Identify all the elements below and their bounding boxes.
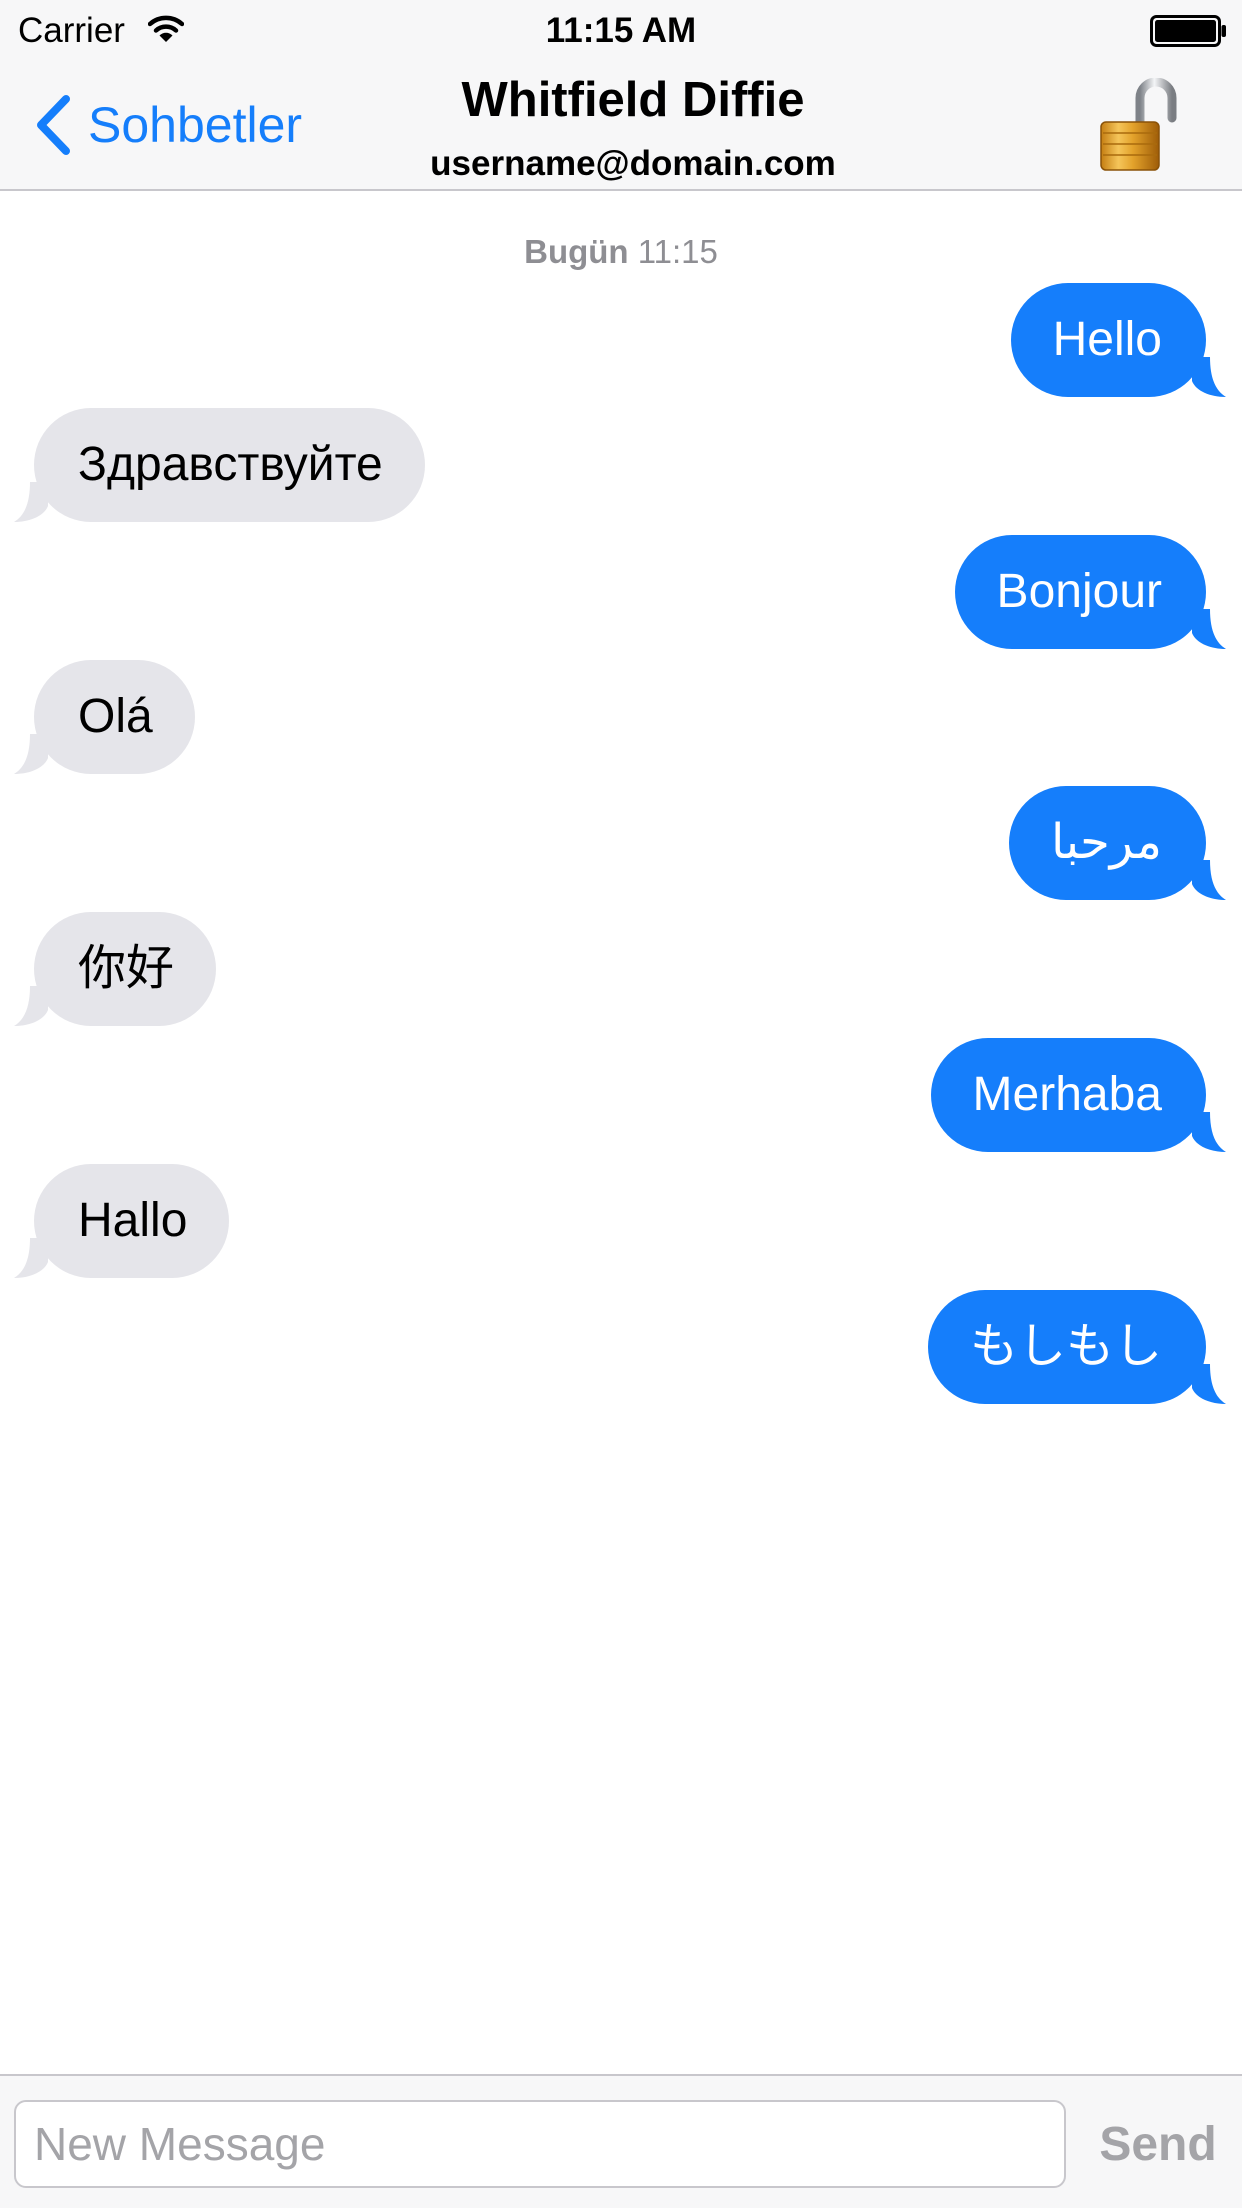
bubble-tail xyxy=(1192,609,1226,649)
message-text: Hallo xyxy=(78,1194,188,1247)
message-text: مرحبا xyxy=(1051,816,1162,869)
timestamp-time: 11:15 xyxy=(637,233,718,270)
bubble-tail xyxy=(1192,1112,1226,1152)
bubble-tail xyxy=(1192,860,1226,900)
incoming-message-bubble[interactable]: Olá xyxy=(14,660,195,774)
message-text: Merhaba xyxy=(972,1068,1162,1121)
outgoing-message-bubble[interactable]: もしもし xyxy=(927,1290,1226,1404)
bubble-tail xyxy=(1192,1364,1226,1404)
bubble-tail xyxy=(1192,357,1226,397)
message-input[interactable] xyxy=(14,2100,1066,2188)
contact-address: username@domain.com xyxy=(430,144,836,183)
bubble-tail xyxy=(14,734,48,774)
message-text: Olá xyxy=(78,690,153,743)
message-text: Здравствуйте xyxy=(78,438,383,491)
bubble-tail xyxy=(14,1238,48,1278)
message-text: 你好 xyxy=(78,942,175,995)
conversation-timestamp: Bugün 11:15 xyxy=(0,232,1242,272)
outgoing-message-bubble[interactable]: Bonjour xyxy=(954,535,1226,649)
battery-full-icon xyxy=(1150,15,1226,47)
message-text: もしもし xyxy=(969,1320,1162,1373)
incoming-message-bubble[interactable]: 你好 xyxy=(14,912,217,1026)
incoming-message-bubble[interactable]: Здравствуйте xyxy=(14,408,425,522)
message-text: Hello xyxy=(1052,313,1162,366)
message-text: Bonjour xyxy=(996,565,1162,618)
send-button[interactable]: Send xyxy=(1074,2100,1242,2188)
status-time: 11:15 AM xyxy=(545,11,697,50)
navigation-bar: Carrier 11:15 AM Sohbetler Whitfield Dif… xyxy=(0,0,1242,191)
outgoing-message-bubble[interactable]: Hello xyxy=(1010,283,1226,397)
timestamp-day: Bugün xyxy=(524,233,629,270)
outgoing-message-bubble[interactable]: Merhaba xyxy=(930,1038,1226,1152)
bubble-tail xyxy=(14,482,48,522)
incoming-message-bubble[interactable]: Hallo xyxy=(14,1164,230,1278)
contact-name: Whitfield Diffie xyxy=(461,73,805,127)
outgoing-message-bubble[interactable]: مرحبا xyxy=(1009,786,1226,900)
open-padlock-icon[interactable] xyxy=(1098,78,1180,174)
bubble-tail xyxy=(14,986,48,1026)
message-composer: Send xyxy=(0,2074,1242,2208)
